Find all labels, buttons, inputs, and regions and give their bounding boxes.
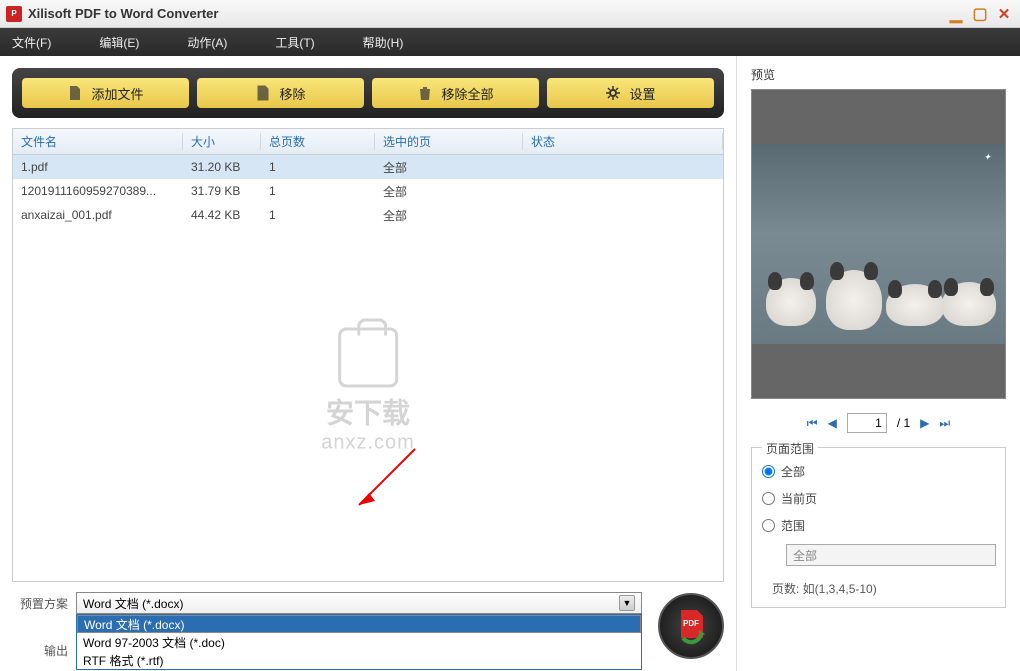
app-logo-icon: P — [6, 6, 22, 22]
preset-select[interactable]: Word 文档 (*.docx) ▼ Word 文档 (*.docx)Word … — [76, 592, 642, 614]
add-file-icon — [67, 85, 83, 101]
preset-option[interactable]: Word 文档 (*.docx) — [77, 615, 641, 633]
th-status[interactable]: 状态 — [523, 133, 723, 150]
preset-option[interactable]: RTF 格式 (*.rtf) — [77, 651, 641, 669]
th-size[interactable]: 大小 — [183, 133, 261, 150]
titlebar: P Xilisoft PDF to Word Converter ▁ ▢ ✕ — [0, 0, 1020, 28]
close-button[interactable]: ✕ — [994, 5, 1014, 23]
range-current-label: 当前页 — [781, 490, 817, 507]
range-input-value: 全部 — [793, 547, 817, 564]
range-all-label: 全部 — [781, 463, 805, 480]
chevron-down-icon: ▼ — [619, 595, 635, 611]
convert-button[interactable]: PDF — [658, 593, 724, 659]
preset-value: Word 文档 (*.docx) — [83, 595, 183, 612]
preview-image: ✦ — [752, 144, 1005, 344]
window-controls: ▁ ▢ ✕ — [946, 5, 1014, 23]
menu-file[interactable]: 文件(F) — [12, 34, 51, 51]
page-range-legend: 页面范围 — [762, 440, 818, 457]
range-input[interactable]: 全部 — [786, 544, 996, 566]
add-file-button[interactable]: 添加文件 — [22, 78, 189, 108]
cell: 44.42 KB — [183, 208, 261, 222]
trash-icon — [417, 85, 433, 101]
cell: 1 — [261, 208, 375, 222]
cell: anxaizai_001.pdf — [13, 208, 183, 222]
page-input[interactable] — [847, 413, 887, 433]
maximize-button[interactable]: ▢ — [970, 5, 990, 23]
menubar: 文件(F) 编辑(E) 动作(A) 工具(T) 帮助(H) — [0, 28, 1020, 56]
menu-tool[interactable]: 工具(T) — [275, 34, 314, 51]
pager: ⏮ ◀ / 1 ▶ ⏭ — [751, 413, 1006, 433]
preset-option[interactable]: Word 97-2003 文档 (*.doc) — [77, 633, 641, 651]
preset-label: 预置方案 — [12, 595, 68, 612]
table-row[interactable]: 1.pdf31.20 KB1全部 — [13, 155, 723, 179]
page-next-icon[interactable]: ▶ — [920, 416, 929, 430]
cell: 31.20 KB — [183, 160, 261, 174]
remove-file-icon — [255, 85, 271, 101]
table-row[interactable]: 1201911160959270389...31.79 KB1全部 — [13, 179, 723, 203]
page-prev-icon[interactable]: ◀ — [828, 416, 837, 430]
menu-edit[interactable]: 编辑(E) — [99, 34, 139, 51]
remove-all-button[interactable]: 移除全部 — [372, 78, 539, 108]
range-current-radio[interactable] — [762, 492, 775, 505]
page-range-fieldset: 页面范围 全部 当前页 范围 全部 页数: 如(1,3,4,5-10) — [751, 447, 1006, 608]
gear-icon — [605, 85, 621, 101]
pdf-convert-icon: PDF — [669, 604, 713, 648]
remove-label: 移除 — [279, 84, 305, 103]
cell: 1 — [261, 160, 375, 174]
output-label: 输出 — [12, 642, 68, 659]
remove-all-label: 移除全部 — [441, 84, 493, 103]
settings-button[interactable]: 设置 — [547, 78, 714, 108]
page-first-icon[interactable]: ⏮ — [807, 416, 818, 431]
add-file-label: 添加文件 — [91, 84, 143, 103]
th-selectedpages[interactable]: 选中的页 — [375, 133, 523, 150]
settings-label: 设置 — [629, 84, 655, 103]
cell: 31.79 KB — [183, 184, 261, 198]
svg-text:PDF: PDF — [683, 619, 699, 628]
th-filename[interactable]: 文件名 — [13, 133, 183, 150]
watermark-cn: 安下载 — [321, 392, 415, 432]
range-all-radio[interactable] — [762, 465, 775, 478]
bag-icon — [338, 328, 398, 388]
toolbar: 添加文件 移除 移除全部 设置 — [12, 68, 724, 118]
cell: 1 — [261, 184, 375, 198]
annotation-arrow-icon — [345, 439, 425, 519]
page-last-icon[interactable]: ⏭ — [939, 416, 950, 431]
page-total: / 1 — [897, 416, 910, 430]
cell: 1201911160959270389... — [13, 184, 183, 198]
cell: 全部 — [375, 183, 523, 200]
file-table: 文件名 大小 总页数 选中的页 状态 1.pdf31.20 KB1全部12019… — [12, 128, 724, 582]
cell: 1.pdf — [13, 160, 183, 174]
menu-action[interactable]: 动作(A) — [187, 34, 227, 51]
range-range-label: 范围 — [781, 517, 805, 534]
remove-button[interactable]: 移除 — [197, 78, 364, 108]
preview-pane: ✦ — [751, 89, 1006, 399]
table-row[interactable]: anxaizai_001.pdf44.42 KB1全部 — [13, 203, 723, 227]
cell: 全部 — [375, 159, 523, 176]
minimize-button[interactable]: ▁ — [946, 5, 966, 23]
preview-title: 预览 — [751, 66, 1006, 83]
window-title: Xilisoft PDF to Word Converter — [28, 6, 946, 21]
image-signature: ✦ — [983, 152, 991, 163]
preset-dropdown: Word 文档 (*.docx)Word 97-2003 文档 (*.doc)R… — [76, 614, 642, 670]
watermark: 安下载 anxz.com — [321, 328, 415, 455]
th-totalpages[interactable]: 总页数 — [261, 133, 375, 150]
menu-help[interactable]: 帮助(H) — [363, 34, 404, 51]
range-range-radio[interactable] — [762, 519, 775, 532]
watermark-en: anxz.com — [321, 432, 415, 455]
range-hint: 页数: 如(1,3,4,5-10) — [772, 580, 995, 597]
cell: 全部 — [375, 207, 523, 224]
